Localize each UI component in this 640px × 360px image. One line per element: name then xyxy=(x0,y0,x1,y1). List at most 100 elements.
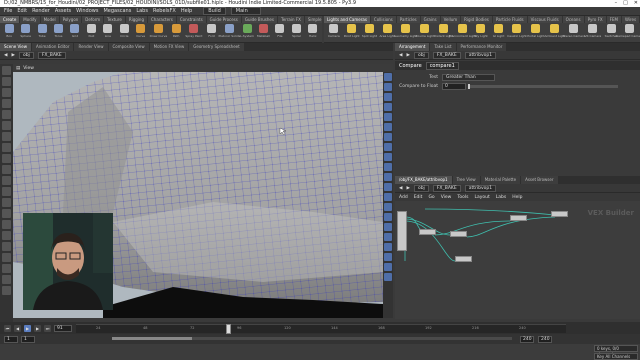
origin-icon[interactable] xyxy=(384,193,392,201)
path-fx-bake[interactable]: FX_BAKE xyxy=(37,51,66,59)
visibility-tool-icon[interactable] xyxy=(2,286,11,295)
compare-value-field[interactable]: 0 xyxy=(442,82,466,90)
shelf-tool-area-light[interactable]: Area Light xyxy=(379,24,395,41)
shelf-tool-gamepad-camera[interactable]: Gamepad Camera xyxy=(616,24,640,41)
view-label[interactable]: View xyxy=(23,66,34,71)
shelf-tool-font[interactable]: Font xyxy=(204,24,218,41)
path-obj[interactable]: obj xyxy=(413,51,429,59)
current-frame-field[interactable]: 91 xyxy=(54,324,72,332)
net-menu-go[interactable]: Go xyxy=(428,195,434,200)
path-obj[interactable]: obj xyxy=(413,184,429,192)
minimize-button[interactable]: – xyxy=(615,0,618,7)
shelf-tool-l-system[interactable]: L-System xyxy=(240,24,254,41)
forward-icon[interactable]: ▶ xyxy=(11,53,14,58)
menu-assets[interactable]: Assets xyxy=(55,8,71,14)
grid-icon[interactable] xyxy=(384,183,392,191)
path-obj[interactable]: obj xyxy=(18,51,34,59)
vop-input-node[interactable] xyxy=(397,211,407,251)
shelf-tool-portal-light[interactable]: Portal Light xyxy=(527,24,544,41)
shelf-tab-texture[interactable]: Texture xyxy=(104,16,125,23)
tab-asset-browser[interactable]: Asset Browser xyxy=(521,176,558,184)
network-editor[interactable]: VEX Builder xyxy=(395,201,640,319)
shelf-tab-oceans[interactable]: Oceans xyxy=(562,16,584,23)
back-icon[interactable]: ◀ xyxy=(399,186,402,191)
menu-labs[interactable]: Labs xyxy=(136,8,148,14)
node-name-field[interactable]: compare1 xyxy=(425,61,459,70)
lock-icon[interactable] xyxy=(384,213,392,221)
wireframe-icon[interactable] xyxy=(384,83,392,91)
pose-tool-icon[interactable] xyxy=(2,121,11,130)
desktop-selector[interactable]: Build xyxy=(203,7,226,15)
forward-icon[interactable]: ▶ xyxy=(406,186,409,191)
forward-icon[interactable]: ▶ xyxy=(406,53,409,58)
menu-help[interactable]: Help xyxy=(181,8,192,14)
shelf-tool-ambient-light[interactable]: Ambient Light xyxy=(544,24,565,41)
handles-icon[interactable] xyxy=(384,253,392,261)
shelf-tool-switcher[interactable]: Switcher xyxy=(603,24,619,41)
key-all-channels-button[interactable]: Key All Channels xyxy=(594,353,638,360)
shelf-tool-stereo-camera[interactable]: Stereo Camera xyxy=(563,24,585,41)
range-start2-field[interactable]: 1 xyxy=(21,335,35,343)
toggle-tool-icon[interactable] xyxy=(2,242,11,251)
shelf-tab-pyro-fx[interactable]: Pyro FX xyxy=(584,16,606,23)
shelf-tab-constraints[interactable]: Constraints xyxy=(176,16,206,23)
snapshot-icon[interactable] xyxy=(384,203,392,211)
slider-handle[interactable] xyxy=(468,83,470,89)
twoway-node[interactable] xyxy=(510,215,527,221)
camera-tool-icon[interactable] xyxy=(2,143,11,152)
shelf-tool-volume-light[interactable]: Volume Light xyxy=(415,24,434,41)
output-node[interactable] xyxy=(551,211,568,217)
background-icon[interactable] xyxy=(384,173,392,181)
tab-take-list[interactable]: Take List xyxy=(430,43,456,51)
shelf-tool-camera[interactable]: Camera xyxy=(326,24,342,41)
shelf-tab-create[interactable]: Create xyxy=(0,16,20,23)
shelf-tab-fem[interactable]: FEM xyxy=(606,16,621,23)
normals-icon[interactable] xyxy=(384,113,392,121)
shelf-tool-sky-light[interactable]: Sky Light xyxy=(473,24,489,41)
brush-tool-icon[interactable] xyxy=(2,176,11,185)
shelf-tab-collisions[interactable]: Collisions xyxy=(370,16,396,23)
tab-motion-fx-view[interactable]: Motion FX View xyxy=(149,43,189,51)
shelf-tab-viscous-fluids[interactable]: Viscous Fluids xyxy=(527,16,562,23)
play-icon[interactable]: ▶ xyxy=(24,324,31,332)
snap-tool-icon[interactable] xyxy=(2,154,11,163)
tab-tree-view[interactable]: Tree View xyxy=(452,176,480,184)
shelf-tool-caustic-light[interactable]: Caustic Light xyxy=(507,24,527,41)
ghost-icon[interactable] xyxy=(384,133,392,141)
constant-node[interactable] xyxy=(455,256,472,262)
shelf-tool-curve[interactable]: Curve xyxy=(134,24,148,41)
compare-node[interactable] xyxy=(450,231,467,237)
shelf-tool-line[interactable]: Line xyxy=(101,24,115,41)
scale-tool-icon[interactable] xyxy=(2,99,11,108)
step-back-icon[interactable]: ◀ xyxy=(14,324,21,332)
group-tool-icon[interactable] xyxy=(2,220,11,229)
path-fx-bake[interactable]: FX_BAKE xyxy=(432,51,461,59)
shelf-tool-vr-camera[interactable]: VR Camera xyxy=(584,24,601,41)
shelf-tool-box[interactable]: Box xyxy=(2,24,16,41)
tab-animation-editor[interactable]: Animation Editor xyxy=(31,43,74,51)
paint-tool-icon[interactable] xyxy=(2,165,11,174)
move-tool-icon[interactable] xyxy=(2,77,11,86)
shelf-tool-draw-curve[interactable]: Draw Curve xyxy=(150,24,167,41)
help-tool-icon[interactable] xyxy=(2,264,11,273)
camera-view-icon[interactable] xyxy=(384,223,392,231)
path-attribvop[interactable]: attribvop1 xyxy=(464,51,497,59)
rotate-tool-icon[interactable] xyxy=(2,88,11,97)
shelf-tab-grains[interactable]: Grains xyxy=(420,16,440,23)
display-options-icon[interactable] xyxy=(384,73,392,81)
view-tool-icon[interactable] xyxy=(2,132,11,141)
range-handle[interactable] xyxy=(112,337,192,340)
points-icon[interactable] xyxy=(384,103,392,111)
net-menu-add[interactable]: Add xyxy=(399,195,408,200)
shelf-tool-spray-paint[interactable]: Spray Paint xyxy=(185,24,202,41)
shelf-tool-file[interactable]: File xyxy=(273,24,287,41)
shelf-tab-lights-and-cameras[interactable]: Lights and Cameras xyxy=(324,16,370,23)
vop-node[interactable] xyxy=(419,229,436,235)
shelf-tab-modify[interactable]: Modify xyxy=(20,16,40,23)
shelf-tab-guide-brushes[interactable]: Guide Brushes xyxy=(241,16,277,23)
menu-megascans[interactable]: Megascans xyxy=(103,8,131,14)
tab-geometry-spreadsheet[interactable]: Geometry Spreadsheet xyxy=(189,43,244,51)
shelf-tool-sphere[interactable]: Sphere xyxy=(18,24,32,41)
shelf-tab-deform[interactable]: Deform xyxy=(82,16,104,23)
shelf-tab-wires[interactable]: Wires xyxy=(621,16,640,23)
